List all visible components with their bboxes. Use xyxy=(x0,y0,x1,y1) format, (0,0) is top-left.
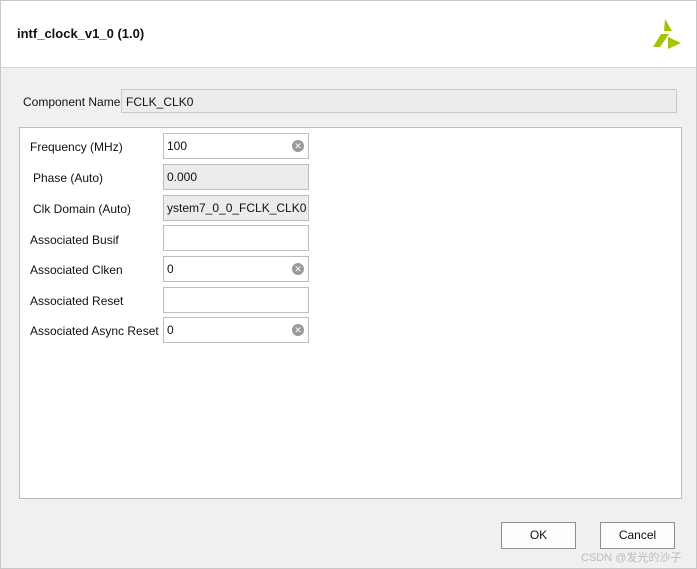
phase-field: 0.000 xyxy=(163,164,309,190)
associated-async-reset-input[interactable]: 0 ✕ xyxy=(163,317,309,343)
frequency-input[interactable]: 100 ✕ xyxy=(163,133,309,159)
clear-icon[interactable]: ✕ xyxy=(292,140,304,152)
frequency-value: 100 xyxy=(167,139,188,153)
associated-async-reset-value: 0 xyxy=(167,323,174,337)
clear-icon[interactable]: ✕ xyxy=(292,263,304,275)
watermark: CSDN @发光的沙子 xyxy=(581,552,682,564)
component-name-field[interactable]: FCLK_CLK0 xyxy=(121,89,677,113)
associated-clken-label: Associated Clken xyxy=(30,263,123,277)
associated-busif-input[interactable] xyxy=(163,225,309,251)
phase-label: Phase (Auto) xyxy=(33,171,104,185)
associated-clken-input[interactable]: 0 ✕ xyxy=(163,256,309,282)
associated-busif-label: Associated Busif xyxy=(30,233,119,247)
associated-reset-input[interactable] xyxy=(163,287,309,313)
component-name-label: Component Name xyxy=(23,95,121,109)
associated-async-reset-label: Associated Async Reset xyxy=(30,324,159,338)
dialog-header: intf_clock_v1_0 (1.0) xyxy=(1,1,696,68)
xilinx-logo-icon xyxy=(653,19,681,49)
dialog-title: intf_clock_v1_0 (1.0) xyxy=(17,26,145,41)
associated-clken-value: 0 xyxy=(167,262,174,276)
cancel-button[interactable]: Cancel xyxy=(600,522,675,549)
clk-domain-field: ystem7_0_0_FCLK_CLK0 xyxy=(163,195,309,221)
ip-config-dialog: intf_clock_v1_0 (1.0) Component Name FCL… xyxy=(0,0,697,569)
frequency-label: Frequency (MHz) xyxy=(30,140,123,154)
ok-button[interactable]: OK xyxy=(501,522,576,549)
clk-domain-label: Clk Domain (Auto) xyxy=(33,202,132,216)
associated-reset-label: Associated Reset xyxy=(30,294,124,308)
clear-icon[interactable]: ✕ xyxy=(292,324,304,336)
parameters-panel: Frequency (MHz) 100 ✕ Phase (Auto) 0.000… xyxy=(19,127,682,499)
